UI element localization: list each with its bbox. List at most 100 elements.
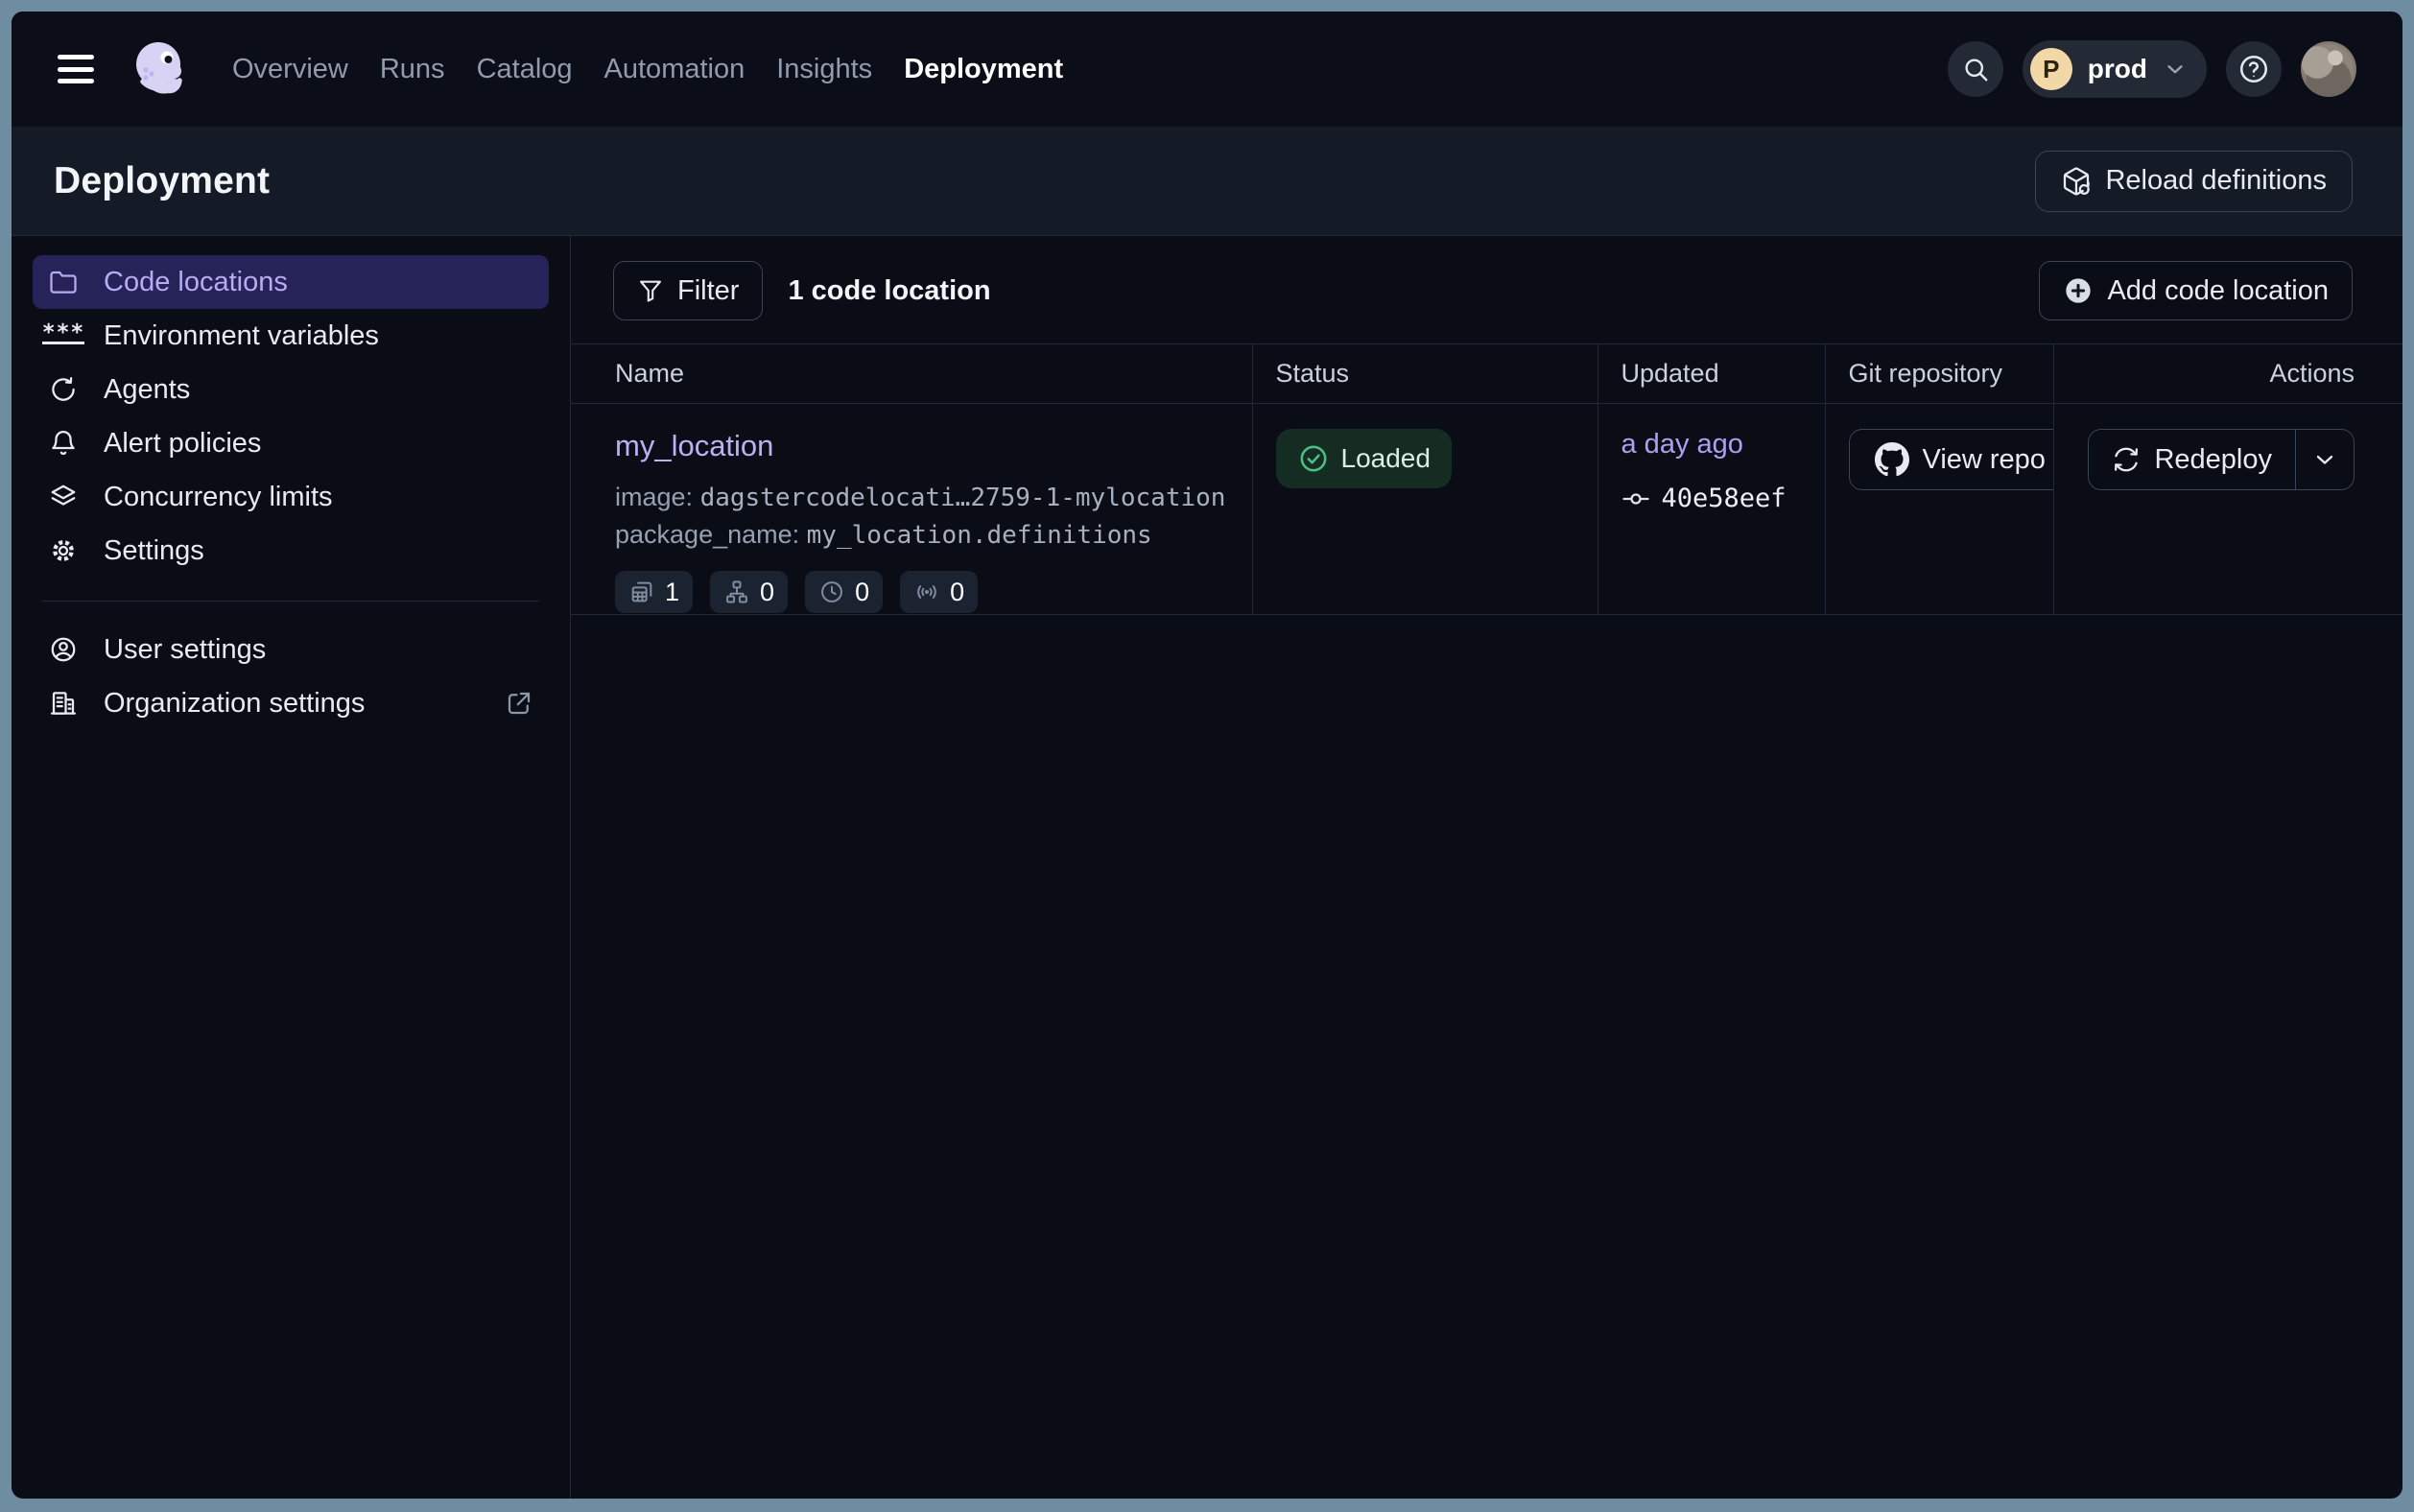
sidebar-item-label: Concurrency limits xyxy=(104,482,333,513)
sensors-count: 0 xyxy=(950,578,964,607)
sidebar-item-settings[interactable]: Settings xyxy=(33,524,549,578)
column-header-updated: Updated xyxy=(1598,344,1825,404)
redeploy-split-button: Redeploy xyxy=(2088,429,2355,490)
sidebar-item-label: Code locations xyxy=(104,267,288,298)
sidebar-item-code-locations[interactable]: Code locations xyxy=(33,255,549,309)
add-code-location-button[interactable]: Add code location xyxy=(2039,261,2353,320)
column-header-status: Status xyxy=(1252,344,1598,404)
code-location-row: my_location image: dagstercodelocati…275… xyxy=(571,404,2402,615)
page-header: Deployment Reload definitions xyxy=(12,127,2402,236)
building-icon xyxy=(48,688,79,719)
assets-count-badge[interactable]: 1 xyxy=(615,571,693,613)
sidebar-item-agents[interactable]: Agents xyxy=(33,363,549,416)
search-button[interactable] xyxy=(1948,41,2003,97)
chevron-down-icon xyxy=(2163,57,2188,82)
user-avatar[interactable] xyxy=(2301,41,2356,97)
search-icon xyxy=(1961,55,1990,83)
package-label: package_name: xyxy=(615,520,799,549)
help-button[interactable] xyxy=(2226,41,2282,97)
schedules-clock-icon xyxy=(818,579,845,605)
top-navigation-bar: Overview Runs Catalog Automation Insight… xyxy=(12,12,2402,127)
commit-line: 40e58eef xyxy=(1621,484,1825,513)
reload-definitions-button[interactable]: Reload definitions xyxy=(2035,151,2353,212)
nav-item-catalog[interactable]: Catalog xyxy=(477,54,573,85)
redeploy-menu-button[interactable] xyxy=(2295,430,2354,489)
sidebar-item-label: Environment variables xyxy=(104,320,379,352)
status-label: Loaded xyxy=(1341,443,1431,474)
plus-circle-icon xyxy=(2063,275,2094,306)
jobs-count-badge[interactable]: 0 xyxy=(710,571,788,613)
question-circle-icon xyxy=(2237,53,2270,85)
column-header-git-repository: Git repository xyxy=(1825,344,2053,404)
nav-item-overview[interactable]: Overview xyxy=(232,54,348,85)
redeploy-label: Redeploy xyxy=(2154,444,2272,476)
definition-count-badges: 1 xyxy=(615,571,1252,613)
package-line: package_name: my_location.definitions xyxy=(615,516,1252,554)
jobs-count: 0 xyxy=(760,578,774,607)
check-circle-icon xyxy=(1297,442,1330,475)
sidebar-item-label: Settings xyxy=(104,535,204,567)
sensors-count-badge[interactable]: 0 xyxy=(900,571,978,613)
github-icon xyxy=(1875,442,1909,477)
status-badge: Loaded xyxy=(1276,429,1452,488)
schedules-count: 0 xyxy=(855,578,869,607)
column-header-name: Name xyxy=(571,344,1252,404)
code-locations-main: Filter 1 code location Add code location xyxy=(571,236,2402,1499)
deployment-switcher[interactable]: P prod xyxy=(2023,40,2207,98)
nav-item-runs[interactable]: Runs xyxy=(380,54,445,85)
sidebar-item-user-settings[interactable]: User settings xyxy=(33,623,549,676)
view-repo-button[interactable]: View repo xyxy=(1849,429,2053,490)
code-locations-table: Name Status Updated Git repository Actio… xyxy=(571,343,2402,615)
sidebar-item-alert-policies[interactable]: Alert policies xyxy=(33,416,549,470)
env-vars-icon: *** xyxy=(48,320,79,351)
layers-icon xyxy=(48,482,79,512)
sensors-icon xyxy=(913,579,940,605)
deployment-sidebar: Code locations *** Environment variables… xyxy=(12,236,571,1499)
sidebar-item-concurrency-limits[interactable]: Concurrency limits xyxy=(33,470,549,524)
dagster-octopus-logo[interactable] xyxy=(130,38,192,100)
nav-item-automation[interactable]: Automation xyxy=(604,54,746,85)
sidebar-item-organization-settings[interactable]: Organization settings xyxy=(33,676,549,730)
sidebar-item-label: Alert policies xyxy=(104,428,261,460)
filter-funnel-icon xyxy=(637,277,664,304)
sidebar-item-label: Agents xyxy=(104,374,190,406)
code-locations-toolbar: Filter 1 code location Add code location xyxy=(571,236,2402,320)
reload-definitions-cube-icon xyxy=(2061,166,2092,197)
chevron-down-icon xyxy=(2311,446,2338,473)
code-location-name-link[interactable]: my_location xyxy=(615,429,773,463)
assets-count: 1 xyxy=(665,578,679,607)
jobs-icon xyxy=(723,579,750,605)
external-link-icon xyxy=(505,689,533,718)
redeploy-refresh-icon xyxy=(2112,445,2141,474)
deployment-switcher-label: prod xyxy=(2088,54,2147,84)
agents-refresh-icon xyxy=(48,374,79,405)
image-line: image: dagstercodelocati…2759-1-mylocati… xyxy=(615,479,1252,516)
filter-button[interactable]: Filter xyxy=(613,261,763,320)
schedules-count-badge[interactable]: 0 xyxy=(805,571,883,613)
reload-definitions-label: Reload definitions xyxy=(2105,165,2327,197)
sidebar-item-label: Organization settings xyxy=(104,688,365,720)
dagster-app-window: Overview Runs Catalog Automation Insight… xyxy=(12,12,2402,1499)
column-header-actions: Actions xyxy=(2053,344,2402,404)
sidebar-divider xyxy=(42,601,539,602)
bell-icon xyxy=(48,428,79,459)
commit-hash: 40e58eef xyxy=(1662,484,1787,513)
image-label: image: xyxy=(615,483,693,511)
view-repo-label: View repo xyxy=(1923,444,2046,476)
filter-label: Filter xyxy=(677,275,739,307)
assets-icon xyxy=(628,579,655,605)
menu-hamburger-icon[interactable] xyxy=(58,55,94,83)
primary-nav: Overview Runs Catalog Automation Insight… xyxy=(232,54,1063,85)
sidebar-item-environment-variables[interactable]: *** Environment variables xyxy=(33,309,549,363)
gear-icon xyxy=(48,535,79,566)
nav-right-cluster: P prod xyxy=(1948,40,2356,98)
git-repo-cell-clip: View repo xyxy=(1849,429,2053,494)
add-code-location-label: Add code location xyxy=(2107,275,2329,307)
folder-icon xyxy=(48,267,79,297)
updated-time-link[interactable]: a day ago xyxy=(1621,429,1743,461)
nav-item-insights[interactable]: Insights xyxy=(776,54,872,85)
code-location-count: 1 code location xyxy=(788,275,990,307)
nav-item-deployment[interactable]: Deployment xyxy=(904,54,1063,85)
redeploy-button[interactable]: Redeploy xyxy=(2089,430,2295,489)
user-circle-icon xyxy=(48,634,79,665)
